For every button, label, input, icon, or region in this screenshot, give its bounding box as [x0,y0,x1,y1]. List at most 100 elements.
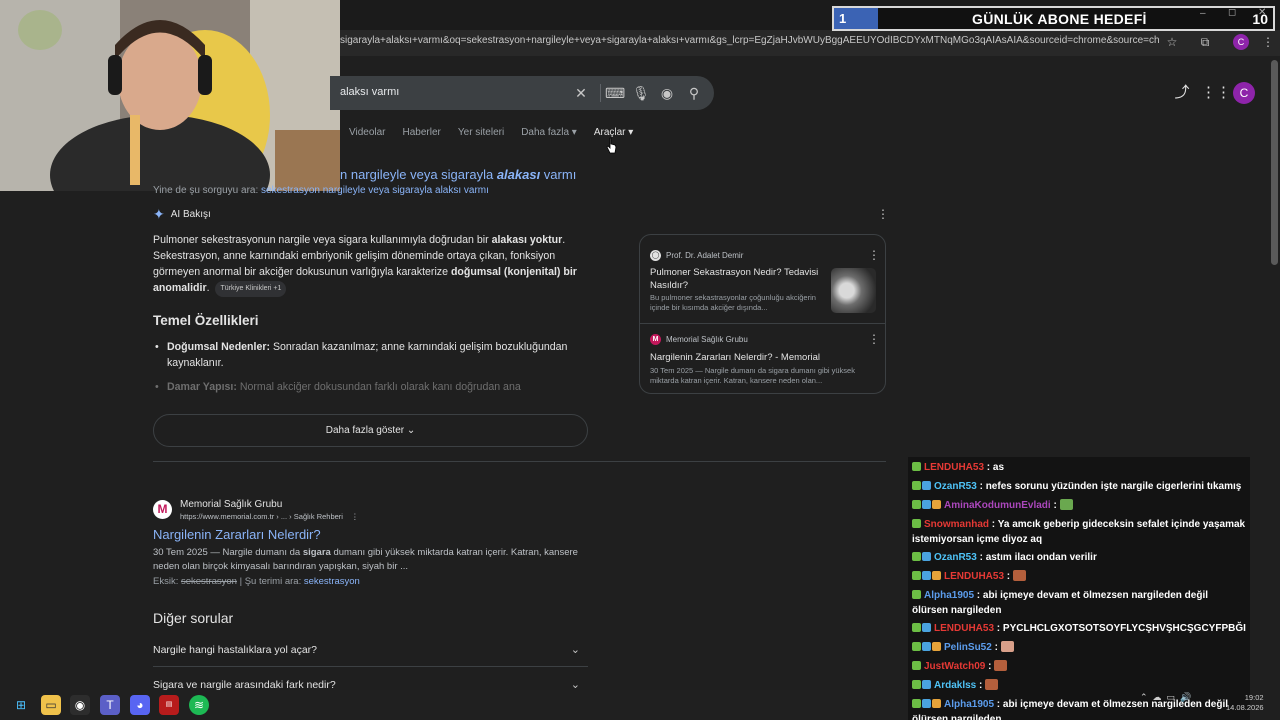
result-missing-terms: Eksik: sekestrasyon | Şu terimi ara: sek… [153,576,360,587]
ai-overview-paragraph: Pulmoner sekestrasyonun nargile veya sig… [153,232,593,297]
keyboard-icon[interactable]: ⌨ [605,84,625,102]
chat-emote-icon [1059,499,1073,510]
chat-badge-icon [932,642,941,651]
microphone-icon[interactable]: 🎙 [632,84,650,102]
chat-badges [912,552,932,566]
chat-username[interactable]: LENDUHA53 [934,623,994,634]
file-explorer-icon[interactable]: ▭ [41,695,61,715]
source-1-title[interactable]: Pulmoner Sekastrasyon Nedir? Tedavisi Na… [650,266,825,292]
tab-videos[interactable]: Videolar [349,127,386,138]
subscriber-goal-overlay: 1 GÜNLÜK ABONE HEDEFİ 10 [832,6,1275,31]
source-1-menu-icon[interactable]: ⋮ [868,248,880,262]
chat-username[interactable]: JustWatch09 [924,661,985,672]
spotify-icon[interactable]: ≋ [189,695,209,715]
bookmark-star-icon[interactable]: ☆ [1164,34,1180,50]
result-snippet: 30 Tem 2025 — Nargile dumanı da sigara d… [153,547,578,572]
chat-message: LENDUHA53 : as [908,459,1250,478]
tab-news[interactable]: Haberler [403,127,441,138]
chat-badge-icon [932,571,941,580]
search-input[interactable]: alaksı varmı [340,86,399,98]
spelling-correction-link[interactable]: n nargileyle veya sigarayla alakası varm… [340,167,576,182]
source-1[interactable]: ◯ Prof. Dr. Adalet Demir [650,250,743,261]
faq-question[interactable]: Nargile hangi hastalıklara yol açar? ⌄ [153,633,588,667]
result-url[interactable]: https://www.memorial.com.tr › ... › Sağl… [180,512,359,521]
clear-search-icon[interactable]: ✕ [572,84,590,102]
source-chip[interactable]: Türkiye Klinikleri +1 [215,281,287,297]
chat-message: Alpha1905 : abi içmeye devam et ölmezsen… [908,696,1250,720]
chat-username[interactable]: LENDUHA53 [944,571,1004,582]
chat-username[interactable]: Ardaklss [934,680,976,691]
chat-message: AminaKodumunEvladi : [908,497,1250,516]
lens-camera-icon[interactable]: ◉ [658,84,676,102]
profile-mini-avatar[interactable]: C [1233,34,1249,50]
must-include-link[interactable]: sekestrasyon [304,576,360,587]
taskbar-clock[interactable]: 19:02 14.08.2026 [1226,693,1264,713]
chat-message: OzanR53 : nefes sorunu yüzünden işte nar… [908,478,1250,497]
taskbar: ⊞ ▭ ◉ T ◕ ▤ ≋ [0,690,908,720]
chat-badges [912,481,932,495]
app-icon[interactable]: ▤ [159,695,179,715]
chat-badge-icon [912,661,921,670]
minimize-icon[interactable]: – [1200,8,1206,19]
chevron-down-icon[interactable]: ⌄ [571,633,580,667]
extensions-icon[interactable]: ⧉ [1197,34,1213,50]
chat-text: as [992,462,1005,473]
chat-badges [912,500,942,514]
chat-badge-icon [912,552,921,561]
search-tabs: Videolar Haberler Yer siteleri Daha fazl… [349,127,633,138]
system-tray[interactable]: ⌃ ☁ ▭ 🔊 [1140,692,1191,703]
result-menu-icon[interactable]: ⋮ [351,512,359,521]
list-item: Doğumsal Nedenler: Sonradan kazanılmaz; … [153,339,583,371]
chat-badge-icon [932,699,941,708]
chat-username[interactable]: Alpha1905 [944,699,994,710]
ai-sparkle-icon: ✦ [153,206,165,222]
page-scrollbar[interactable] [1271,60,1278,265]
source-2-snippet: 30 Tem 2025 — Nargile dumanı da sigara d… [650,366,855,385]
goal-title: GÜNLÜK ABONE HEDEFİ [972,11,1147,27]
mouse-cursor-icon [606,137,617,154]
browser-menu-icon[interactable]: ⋮ [1260,34,1276,50]
tab-more[interactable]: Daha fazla ▾ [521,127,577,138]
chat-username[interactable]: Alpha1905 [924,590,974,601]
search-icon[interactable]: ⚲ [685,84,703,102]
xray-thumbnail[interactable] [831,268,876,313]
url-text[interactable]: sigarayla+alaksı+varmı&oq=sekestrasyon+n… [340,35,1160,46]
result-title-link[interactable]: Nargilenin Zararları Nelerdir? [153,527,321,542]
tab-places[interactable]: Yer siteleri [458,127,504,138]
close-window-icon[interactable]: ✕ [1258,7,1266,18]
maximize-icon[interactable]: ◻ [1228,7,1236,18]
chat-badge-icon [922,481,931,490]
goal-current: 1 [839,11,847,26]
chat-badge-icon [922,571,931,580]
ai-more-options-icon[interactable]: ⋮ [877,207,889,221]
chat-badges [912,680,932,694]
chat-username[interactable]: AminaKodumunEvladi [944,500,1051,511]
source-2[interactable]: M Memorial Sağlık Grubu [650,334,748,345]
apps-grid-icon[interactable]: ⋮⋮ [1201,83,1231,103]
chat-message: LENDUHA53 : [908,568,1250,587]
discord-icon[interactable]: ◕ [130,695,150,715]
chat-badge-icon [922,642,931,651]
chat-badges [912,590,922,604]
chat-badge-icon [912,500,921,509]
result-site-name[interactable]: Memorial Sağlık Grubu [180,499,282,510]
windows-start-icon[interactable]: ⊞ [11,695,31,715]
search-instead-link[interactable]: sekestrasyon nargileyle veya sigarayla a… [261,185,489,196]
chat-username[interactable]: Snowmanhad [924,519,989,530]
show-more-button[interactable]: Daha fazla göster ⌄ [153,414,588,447]
chat-username[interactable]: PelinSu52 [944,642,992,653]
card-divider [640,323,885,324]
chrome-icon[interactable]: ◉ [70,695,90,715]
account-avatar[interactable]: C [1233,82,1255,104]
source-2-title[interactable]: Nargilenin Zararları Nelerdir? - Memoria… [650,351,870,364]
source-2-menu-icon[interactable]: ⋮ [868,332,880,346]
chat-username[interactable]: OzanR53 [934,481,977,492]
chat-username[interactable]: OzanR53 [934,552,977,563]
chat-badges [912,571,942,585]
chat-message: Snowmanhad : Ya amcık geberip gideceksin… [912,519,1246,545]
teams-icon[interactable]: T [100,695,120,715]
chat-username[interactable]: LENDUHA53 [924,462,984,473]
share-icon[interactable]: ⤴ [1172,83,1192,103]
search-box[interactable]: alaksı varmı ✕ ⌨ 🎙 ◉ ⚲ [330,76,714,110]
ai-overview-header: ✦ AI Bakışı [153,206,211,223]
